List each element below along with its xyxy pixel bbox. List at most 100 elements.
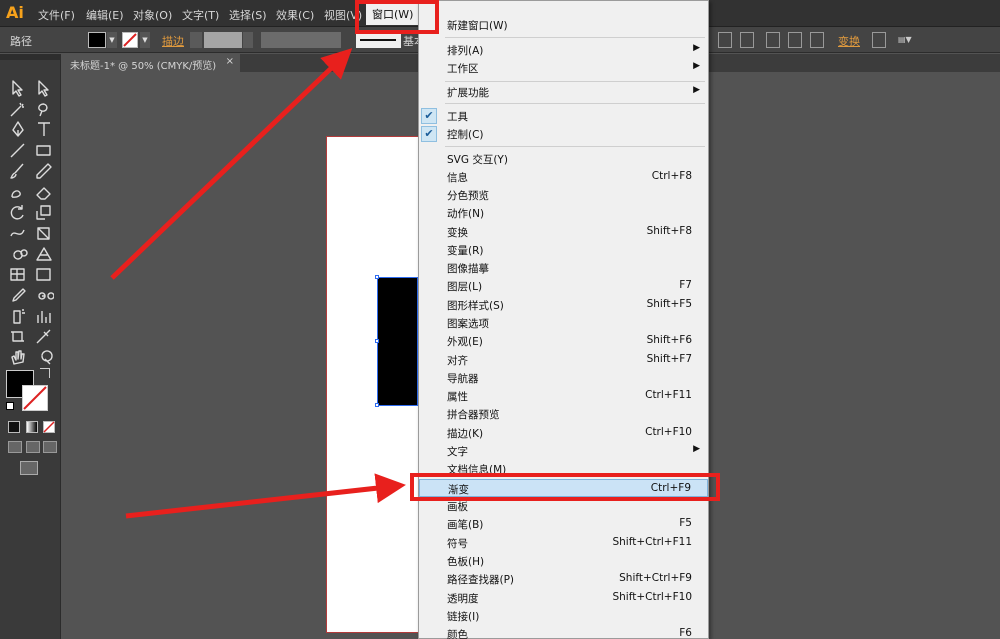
document-tab[interactable]: 未标题-1* @ 50% (CMYK/预览) × xyxy=(62,54,240,72)
tools-panel-grip[interactable] xyxy=(0,54,61,60)
eraser-tool-icon[interactable] xyxy=(34,183,54,201)
fill-swatch[interactable] xyxy=(88,32,106,48)
scale-tool-icon[interactable] xyxy=(34,203,54,221)
submenu-arrow-icon: ▶ xyxy=(693,85,700,95)
window-menu-item[interactable]: 描边(K) Ctrl+F10 xyxy=(419,424,708,442)
window-menu-item[interactable]: ✔ 控制(C) xyxy=(419,125,708,143)
pencil-tool-icon[interactable] xyxy=(34,162,54,180)
window-menu-item-label: 分色预览 xyxy=(447,190,489,202)
stroke-dropdown-icon[interactable]: ▼ xyxy=(140,32,150,48)
align-left-icon[interactable] xyxy=(718,32,732,48)
window-menu-item[interactable]: 信息 Ctrl+F8 xyxy=(419,168,708,186)
perspective-grid-tool-icon[interactable] xyxy=(34,245,54,263)
window-menu-item[interactable]: 图案选项 xyxy=(419,314,708,332)
blend-tool-icon[interactable] xyxy=(34,286,55,304)
window-menu-item[interactable]: 图形样式(S) Shift+F5 xyxy=(419,296,708,314)
selection-handle[interactable] xyxy=(375,275,379,279)
window-menu-item[interactable]: 符号 Shift+Ctrl+F11 xyxy=(419,534,708,552)
window-menu-item[interactable]: 动作(N) xyxy=(419,204,708,222)
window-menu-item[interactable]: 外观(E) Shift+F6 xyxy=(419,332,708,350)
menu-select[interactable]: 选择(S) xyxy=(229,7,267,23)
magic-wand-tool-icon[interactable] xyxy=(8,100,28,118)
selection-handle[interactable] xyxy=(375,339,379,343)
window-menu-item[interactable]: 色板(H) xyxy=(419,552,708,570)
free-transform-tool-icon[interactable] xyxy=(34,224,54,242)
selection-tool-icon[interactable] xyxy=(8,79,28,97)
color-mode-icon[interactable] xyxy=(8,421,20,433)
window-menu-item[interactable]: 新建窗口(W) xyxy=(419,16,708,34)
window-menu-item-label: 导航器 xyxy=(447,373,479,385)
window-menu-item[interactable]: 导航器 xyxy=(419,369,708,387)
lasso-tool-icon[interactable] xyxy=(34,100,54,118)
zoom-tool-icon[interactable] xyxy=(34,348,54,366)
window-menu-item[interactable]: 对齐 Shift+F7 xyxy=(419,351,708,369)
stroke-swatch[interactable] xyxy=(122,32,138,48)
window-menu-item[interactable]: 路径查找器(P) Shift+Ctrl+F9 xyxy=(419,570,708,588)
window-menu-item[interactable]: SVG 交互(Y) xyxy=(419,150,708,168)
menu-object[interactable]: 对象(O) xyxy=(133,7,172,23)
selection-handle[interactable] xyxy=(375,403,379,407)
menu-file[interactable]: 文件(F) xyxy=(38,7,75,23)
rectangle-tool-icon[interactable] xyxy=(34,141,54,159)
window-menu-item[interactable]: 工作区 ▶ xyxy=(419,59,708,77)
draw-normal-icon[interactable] xyxy=(8,441,22,453)
window-menu-item[interactable]: 变换 Shift+F8 xyxy=(419,223,708,241)
window-menu-item[interactable]: 变量(R) xyxy=(419,241,708,259)
window-menu-item[interactable]: 属性 Ctrl+F11 xyxy=(419,387,708,405)
window-menu-item[interactable]: 颜色 F6 xyxy=(419,625,708,639)
stroke-weight-dropdown[interactable] xyxy=(243,32,253,48)
stroke-label[interactable]: 描边 xyxy=(162,33,184,49)
window-menu-item[interactable]: 画笔(B) F5 xyxy=(419,515,708,533)
gradient-mode-icon[interactable] xyxy=(26,421,38,433)
hand-tool-icon[interactable] xyxy=(8,348,28,366)
align-bottom-icon[interactable] xyxy=(810,32,824,48)
isolate-icon[interactable] xyxy=(872,32,886,48)
align-top-icon[interactable] xyxy=(766,32,780,48)
brush-definition[interactable] xyxy=(356,32,401,48)
menu-effect[interactable]: 效果(C) xyxy=(276,7,314,23)
window-menu-item[interactable]: 图层(L) F7 xyxy=(419,277,708,295)
warp-tool-icon[interactable] xyxy=(8,224,28,242)
align-center-icon[interactable] xyxy=(740,32,754,48)
shape-builder-tool-icon[interactable] xyxy=(8,245,28,263)
variable-width-profile[interactable] xyxy=(261,32,341,48)
stroke-weight-input[interactable] xyxy=(204,32,242,48)
window-menu-item[interactable]: 链接(I) xyxy=(419,607,708,625)
draw-behind-icon[interactable] xyxy=(26,441,40,453)
swap-fill-stroke-icon[interactable] xyxy=(40,368,50,378)
artboard-tool-icon[interactable] xyxy=(8,327,28,345)
panel-menu-icon[interactable]: ▤▼ xyxy=(898,32,920,48)
window-menu-item[interactable]: 分色预览 xyxy=(419,186,708,204)
close-icon[interactable]: × xyxy=(226,56,234,67)
screen-mode-icon[interactable] xyxy=(20,461,38,475)
stroke-weight-stepper[interactable] xyxy=(190,32,202,48)
fill-dropdown-icon[interactable]: ▼ xyxy=(107,32,117,48)
pen-tool-icon[interactable] xyxy=(8,120,28,138)
transform-label[interactable]: 变换 xyxy=(838,33,860,49)
direct-selection-tool-icon[interactable] xyxy=(34,79,54,97)
symbol-sprayer-tool-icon[interactable] xyxy=(8,307,28,325)
draw-inside-icon[interactable] xyxy=(43,441,57,453)
paintbrush-tool-icon[interactable] xyxy=(8,162,28,180)
eyedropper-tool-icon[interactable] xyxy=(8,286,28,304)
selected-rectangle[interactable] xyxy=(377,277,418,406)
gradient-tool-icon[interactable] xyxy=(34,265,54,283)
blob-brush-tool-icon[interactable] xyxy=(8,183,28,201)
menu-edit[interactable]: 编辑(E) xyxy=(86,7,124,23)
line-tool-icon[interactable] xyxy=(8,141,28,159)
slice-tool-icon[interactable] xyxy=(34,327,54,345)
window-menu-item[interactable]: 图像描摹 xyxy=(419,259,708,277)
default-colors-icon[interactable] xyxy=(6,402,14,410)
mesh-tool-icon[interactable] xyxy=(8,265,28,283)
window-menu-item[interactable]: 透明度 Shift+Ctrl+F10 xyxy=(419,589,708,607)
align-middle-icon[interactable] xyxy=(788,32,802,48)
rotate-tool-icon[interactable] xyxy=(8,203,28,221)
menu-type[interactable]: 文字(T) xyxy=(182,7,219,23)
window-menu-item[interactable]: 排列(A) ▶ xyxy=(419,41,708,59)
window-menu-item[interactable]: 拼合器预览 xyxy=(419,405,708,423)
window-menu-item[interactable]: 文字 ▶ xyxy=(419,442,708,460)
window-menu-item[interactable]: 扩展功能 ▶ xyxy=(419,83,708,101)
type-tool-icon[interactable] xyxy=(34,120,54,138)
column-graph-tool-icon[interactable] xyxy=(34,307,54,325)
window-menu-item[interactable]: ✔ 工具 xyxy=(419,107,708,125)
